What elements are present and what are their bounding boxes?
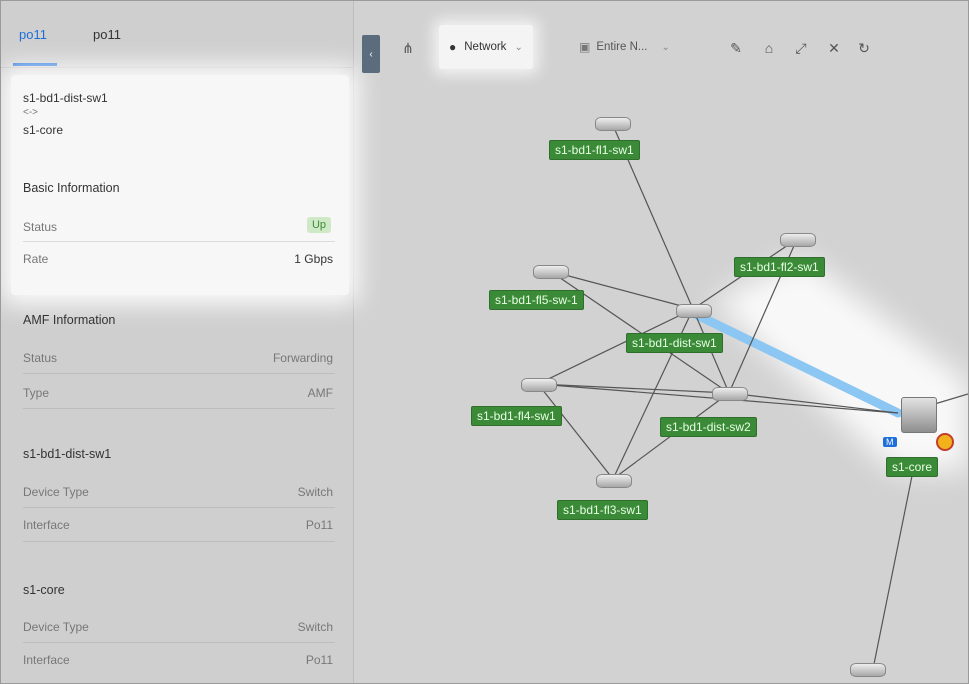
node-label-dist-sw1[interactable]: s1-bd1-dist-sw1 [626, 333, 723, 353]
node-label-fl5[interactable]: s1-bd1-fl5-sw-1 [489, 290, 584, 310]
amf-status-value: Forwarding [272, 351, 333, 365]
node-label-core[interactable]: s1-core [886, 457, 939, 477]
row-divider [23, 642, 335, 643]
node-label-fl4[interactable]: s1-bd1-fl4-sw1 [471, 406, 562, 426]
app-window: po11 po11 s1-bd1-dist-sw1 <-> s1-core Ba… [0, 0, 969, 684]
switch-icon[interactable] [712, 387, 748, 401]
edit-icon[interactable]: ✎ [725, 37, 747, 59]
basic-status-label: Status [23, 220, 58, 234]
node-label-fl2[interactable]: s1-bd1-fl2-sw1 [734, 257, 825, 277]
switch-icon[interactable] [533, 265, 569, 279]
redo-icon[interactable]: ↻ [853, 37, 875, 59]
topology-toolbar: ‹ ⋔ ● Network ⌄ ▣ Entire N... ⌄ ✎ ⌂ ⤢ ✕ … [353, 1, 968, 81]
node-label-dist-sw2[interactable]: s1-bd1-dist-sw2 [660, 417, 757, 437]
core-badge: M [883, 437, 897, 447]
switch-icon[interactable] [676, 304, 712, 318]
topology-canvas[interactable]: M s1-bd1-fl1-sw1 s1-bd1-fl2-sw1 s1-bd1-f… [353, 1, 968, 683]
amf-type-value: AMF [307, 386, 333, 400]
endpoint-b-heading: s1-core [23, 583, 65, 597]
chevron-down-icon: ⌄ [514, 41, 523, 53]
topology-icon[interactable]: ⋔ [397, 37, 419, 59]
endpoint-a-device-type-label: Device Type [23, 485, 89, 499]
tabs-divider [1, 67, 353, 68]
scope-select[interactable]: ▣ Entire N... ⌄ [569, 25, 680, 69]
chevron-left-icon: ‹ [369, 48, 373, 60]
link-highlight-glow [713, 256, 968, 471]
network-icon: ● [449, 40, 457, 54]
row-divider [23, 507, 335, 508]
endpoint-b-device-type-label: Device Type [23, 620, 89, 634]
link-details-panel: po11 po11 s1-bd1-dist-sw1 <-> s1-core Ba… [1, 1, 354, 683]
endpoint-a-heading: s1-bd1-dist-sw1 [23, 447, 112, 461]
link-arrow: <-> [23, 107, 39, 118]
node-label-fl1[interactable]: s1-bd1-fl1-sw1 [549, 140, 640, 160]
scope-icon: ▣ [579, 40, 591, 54]
status-badge: Up [306, 217, 331, 233]
endpoint-a-interface-label: Interface [23, 518, 70, 532]
amf-info-heading: AMF Information [23, 313, 116, 327]
switch-icon[interactable] [596, 474, 632, 488]
network-select-label: Network [464, 41, 507, 53]
amf-status-label: Status [23, 351, 58, 365]
row-divider [23, 241, 335, 242]
endpoint-a-interface-value: Po11 [305, 518, 333, 532]
lock-icon[interactable]: ⌂ [758, 37, 780, 59]
tab-po11-active[interactable]: po11 [19, 27, 47, 42]
endpoint-b-device-type-value: Switch [297, 620, 333, 634]
link-from: s1-bd1-dist-sw1 [23, 91, 108, 105]
chevron-down-icon: ⌄ [661, 41, 670, 53]
alert-icon[interactable] [936, 433, 954, 451]
network-select[interactable]: ● Network ⌄ [439, 25, 533, 69]
scope-select-label: Entire N... [596, 41, 648, 53]
link-tabs: po11 po11 [1, 1, 353, 71]
expand-icon[interactable]: ⤢ [790, 37, 812, 59]
switch-icon[interactable] [595, 117, 631, 131]
switch-icon[interactable] [850, 663, 886, 677]
endpoint-b-interface-value: Po11 [305, 653, 333, 667]
row-divider [23, 408, 335, 409]
active-tab-indicator [13, 63, 57, 66]
collapse-panel-button[interactable]: ‹ [362, 35, 380, 73]
core-switch-icon[interactable] [901, 397, 937, 433]
row-divider [23, 541, 335, 542]
basic-rate-label: Rate [23, 252, 49, 266]
row-divider [23, 373, 335, 374]
node-label-fl3[interactable]: s1-bd1-fl3-sw1 [557, 500, 648, 520]
basic-info-heading: Basic Information [23, 181, 120, 195]
switch-icon[interactable] [521, 378, 557, 392]
link-to: s1-core [23, 123, 64, 137]
switch-icon[interactable] [780, 233, 816, 247]
tab-po11[interactable]: po11 [93, 27, 121, 42]
amf-type-label: Type [23, 386, 50, 400]
collapse-icon[interactable]: ✕ [823, 37, 845, 59]
endpoint-b-interface-label: Interface [23, 653, 70, 667]
endpoint-a-device-type-value: Switch [297, 485, 333, 499]
basic-rate-value: 1 Gbps [294, 252, 333, 266]
